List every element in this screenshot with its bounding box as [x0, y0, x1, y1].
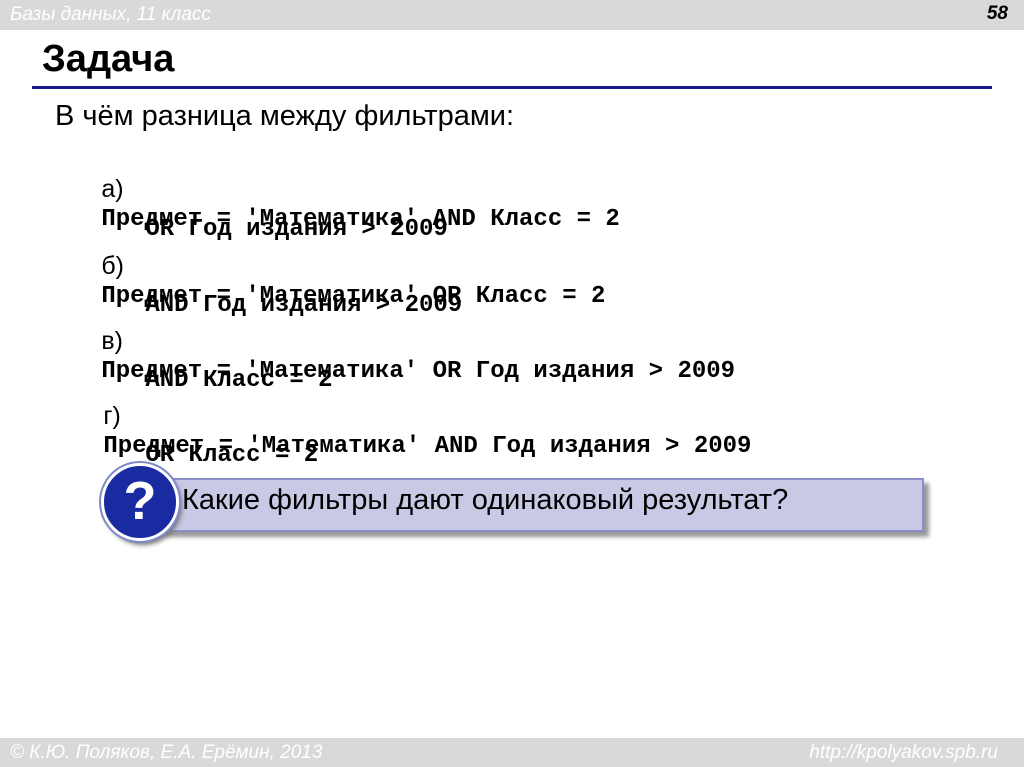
question-mark-icon: ?	[101, 463, 179, 541]
title-divider	[32, 86, 992, 89]
filter-line: OR Класс = 2	[145, 442, 319, 469]
option-d-continuation: OR Класс = 2	[132, 412, 318, 469]
option-label: в)	[101, 327, 123, 355]
callout-text: Какие фильтры дают одинаковый результат?	[182, 484, 789, 516]
header-bar: Базы данных, 11 класс 58	[0, 0, 1024, 30]
slide-number: 58	[986, 3, 1008, 24]
option-label: б)	[101, 252, 124, 280]
question-text: В чём разница между фильтрами:	[55, 100, 515, 132]
footer-authors: © К.Ю. Поляков, Е.А. Ерёмин, 2013	[10, 742, 323, 763]
footer-bar: © К.Ю. Поляков, Е.А. Ерёмин, 2013 http:/…	[0, 738, 1024, 767]
option-label: а)	[101, 175, 124, 203]
option-label: г)	[103, 402, 121, 430]
slide-title: Задача	[42, 38, 175, 80]
footer-url: http://kpolyakov.spb.ru	[809, 742, 998, 763]
question-mark-glyph: ?	[123, 471, 157, 531]
course-title: Базы данных, 11 класс	[10, 4, 211, 25]
